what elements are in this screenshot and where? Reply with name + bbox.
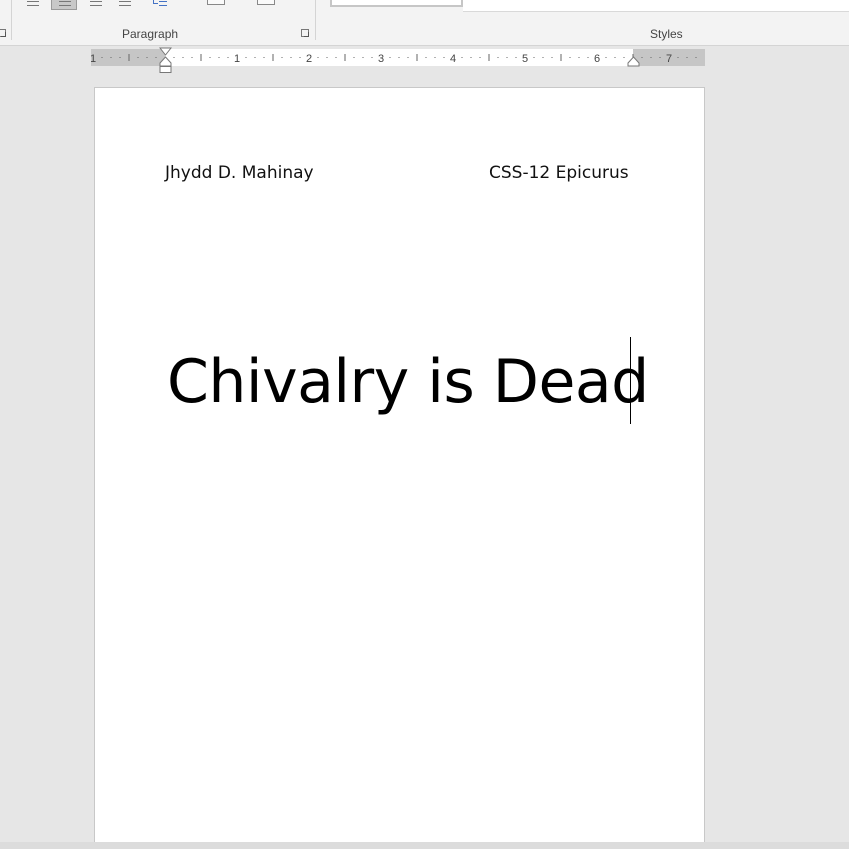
align-left-icon bbox=[59, 1, 71, 6]
shading-icon bbox=[207, 0, 225, 5]
document-title: Chivalry is Dead bbox=[167, 347, 649, 417]
paragraph-group-label: Paragraph bbox=[122, 27, 179, 41]
line-spacing-icon bbox=[153, 0, 158, 4]
ruler-number: 2 bbox=[306, 53, 312, 65]
ruler-number: 5 bbox=[522, 53, 528, 65]
borders-icon bbox=[257, 0, 275, 5]
word-window: Paragraph Styles 1 1 2 3 4 5 6 7 Jhydd D. Mahin… bbox=[0, 0, 849, 849]
left-indent-marker-icon[interactable] bbox=[159, 47, 172, 74]
ribbon: Paragraph Styles bbox=[0, 0, 849, 46]
align-right-icon bbox=[119, 1, 131, 6]
document-page[interactable] bbox=[94, 87, 705, 849]
ruler-number: 4 bbox=[450, 53, 456, 65]
line-spacing-lines-icon bbox=[159, 1, 167, 6]
class-section: CSS-12 Epicurus bbox=[489, 163, 629, 183]
ruler-number: 1 bbox=[234, 53, 240, 65]
styles-gallery-item[interactable] bbox=[330, 0, 463, 7]
align-right-button[interactable] bbox=[112, 0, 138, 10]
bullets-button[interactable] bbox=[20, 0, 46, 10]
ribbon-group-separator bbox=[315, 0, 316, 40]
ribbon-group-separator bbox=[11, 0, 12, 40]
ruler-number: 7 bbox=[666, 53, 672, 65]
paragraph-dialog-launcher-icon[interactable] bbox=[301, 29, 309, 37]
ruler-number: 6 bbox=[594, 53, 600, 65]
styles-gallery[interactable] bbox=[463, 0, 849, 12]
align-center-icon bbox=[90, 1, 102, 6]
styles-group-label: Styles bbox=[650, 27, 683, 41]
shading-button[interactable] bbox=[202, 0, 228, 10]
author-name: Jhydd D. Mahinay bbox=[165, 163, 314, 183]
borders-button[interactable] bbox=[252, 0, 278, 10]
list-icon bbox=[27, 1, 39, 6]
right-indent-marker-icon[interactable] bbox=[627, 56, 640, 68]
text-cursor bbox=[630, 337, 631, 424]
align-left-button[interactable] bbox=[51, 0, 77, 10]
ruler-scale: 1 1 2 3 4 5 6 7 bbox=[91, 53, 697, 65]
line-spacing-button[interactable] bbox=[148, 0, 174, 10]
ruler-number: 1 bbox=[91, 53, 96, 65]
center-button[interactable] bbox=[83, 0, 109, 10]
horizontal-ruler[interactable]: 1 1 2 3 4 5 6 7 bbox=[91, 49, 705, 66]
ruler-number: 3 bbox=[378, 53, 384, 65]
font-dialog-launcher-icon[interactable] bbox=[0, 29, 6, 37]
status-bar-edge bbox=[0, 842, 849, 849]
